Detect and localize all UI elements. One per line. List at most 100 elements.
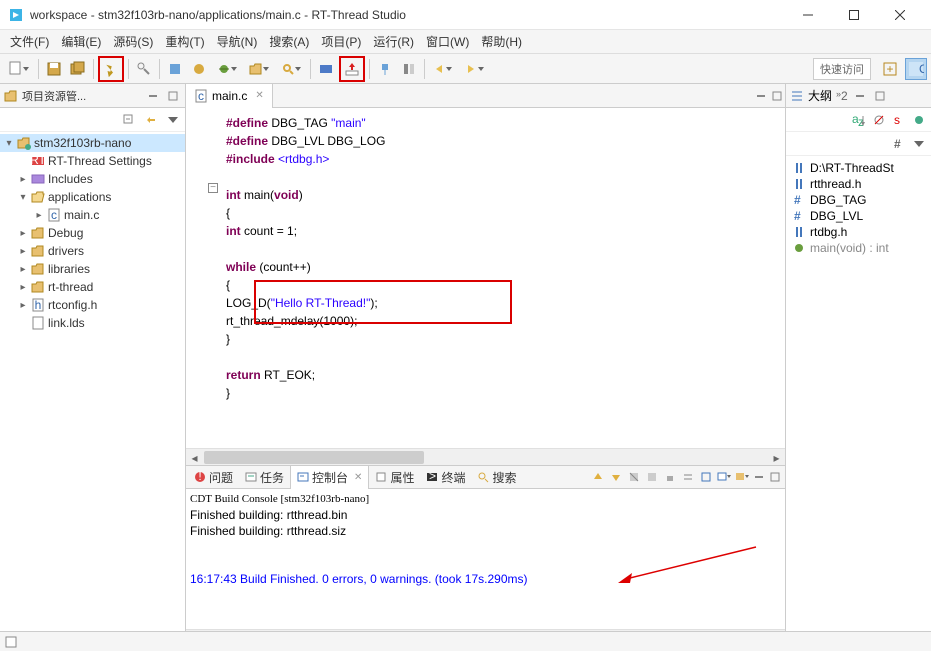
tab-console[interactable]: 控制台✕ <box>290 465 369 490</box>
outline-item[interactable]: rtthread.h <box>788 176 929 192</box>
outline-item[interactable]: rtdbg.h <box>788 224 929 240</box>
svg-text:RT: RT <box>31 154 45 167</box>
menu-search[interactable]: 搜索(A) <box>263 30 315 53</box>
maximize-button[interactable] <box>831 0 877 30</box>
properties-icon <box>375 471 387 483</box>
close-console-icon[interactable]: ✕ <box>354 472 362 483</box>
pin-button[interactable] <box>374 58 396 80</box>
collapse-all-icon[interactable] <box>121 112 137 128</box>
skip-button[interactable] <box>188 58 210 80</box>
editor-scroll-h[interactable]: ◂ ▸ <box>186 448 785 465</box>
error-icon: ! <box>194 471 206 483</box>
maximize-outline-icon[interactable] <box>872 88 888 104</box>
menu-edit[interactable]: 编辑(E) <box>55 30 107 53</box>
outline-icon <box>790 89 804 103</box>
toggle-button[interactable] <box>398 58 420 80</box>
tab-properties[interactable]: 属性 <box>369 466 420 489</box>
tree-item[interactable]: ▾stm32f103rb-nano <box>0 134 185 152</box>
menu-file[interactable]: 文件(F) <box>4 30 55 53</box>
outline-item[interactable]: #DBG_LVL <box>788 208 929 224</box>
outline-item[interactable]: D:\RT-ThreadSt <box>788 160 929 176</box>
console-open-icon[interactable] <box>733 468 751 486</box>
quick-access[interactable]: 快速访问 <box>813 58 871 80</box>
sort-icon[interactable]: az <box>851 112 867 128</box>
build-button[interactable] <box>98 56 124 82</box>
menu-help[interactable]: 帮助(H) <box>475 30 528 53</box>
svg-text:#: # <box>794 210 801 222</box>
sdk-button[interactable] <box>315 58 337 80</box>
menu-navigate[interactable]: 导航(N) <box>211 30 264 53</box>
tree-item[interactable]: ▸libraries <box>0 260 185 278</box>
menu-source[interactable]: 源码(S) <box>107 30 159 53</box>
maximize-bottom-icon[interactable] <box>767 469 783 485</box>
view-menu-icon[interactable] <box>165 112 181 128</box>
minimize-outline-icon[interactable] <box>852 88 868 104</box>
tree-item[interactable]: ▸Includes <box>0 170 185 188</box>
fold-icon[interactable]: − <box>208 183 218 193</box>
code-editor[interactable]: − #define DBG_TAG "main" #define DBG_LVL… <box>186 108 785 448</box>
tab-search[interactable]: 搜索 <box>471 466 522 489</box>
tree-item[interactable]: ▾applications <box>0 188 185 206</box>
save-all-button[interactable] <box>67 58 89 80</box>
menu-refactor[interactable]: 重构(T) <box>159 30 210 53</box>
menu-window[interactable]: 窗口(W) <box>420 30 475 53</box>
console-scroll-lock-icon[interactable] <box>661 468 679 486</box>
open-button[interactable] <box>244 58 274 80</box>
console-clear-icon[interactable] <box>625 468 643 486</box>
minimize-view-icon[interactable] <box>145 88 161 104</box>
tab-tasks[interactable]: 任务 <box>239 466 290 489</box>
tree-item[interactable]: RTRT-Thread Settings <box>0 152 185 170</box>
link-editor-icon[interactable] <box>143 112 159 128</box>
minimize-button[interactable] <box>785 0 831 30</box>
outline-item[interactable]: main(void) : int <box>788 240 929 256</box>
console-down-icon[interactable] <box>607 468 625 486</box>
forward-button[interactable] <box>461 58 491 80</box>
tool-button[interactable] <box>133 58 155 80</box>
minimize-editor-icon[interactable] <box>753 88 769 104</box>
download-button[interactable] <box>339 56 365 82</box>
close-button[interactable] <box>877 0 923 30</box>
tree-item[interactable]: link.lds <box>0 314 185 332</box>
project-tree[interactable]: ▾stm32f103rb-nanoRTRT-Thread Settings▸In… <box>0 132 185 646</box>
tree-item[interactable]: ▸rt-thread <box>0 278 185 296</box>
hash-icon[interactable]: # <box>891 136 907 152</box>
console-icon <box>297 471 309 483</box>
minimize-bottom-icon[interactable] <box>751 469 767 485</box>
console-display-icon[interactable] <box>715 468 733 486</box>
console-up-icon[interactable] <box>589 468 607 486</box>
search-button[interactable] <box>276 58 306 80</box>
scroll-left-icon[interactable]: ◂ <box>186 449 203 466</box>
back-button[interactable] <box>429 58 459 80</box>
perspective-open-button[interactable]: + <box>879 58 901 80</box>
console-wrap-icon[interactable] <box>679 468 697 486</box>
editor-tab-main[interactable]: c main.c ✕ <box>186 84 273 108</box>
tree-item[interactable]: ▸drivers <box>0 242 185 260</box>
console-output[interactable]: CDT Build Console [stm32f103rb-nano] Fin… <box>186 489 785 629</box>
console-clear2-icon[interactable] <box>643 468 661 486</box>
hide-fields-icon[interactable] <box>871 112 887 128</box>
perspective-c-button[interactable]: C <box>905 58 927 80</box>
tree-item[interactable]: ▸cmain.c <box>0 206 185 224</box>
menu-project[interactable]: 项目(P) <box>315 30 367 53</box>
outline-item[interactable]: #DBG_TAG <box>788 192 929 208</box>
new-button[interactable] <box>4 58 34 80</box>
debug-button[interactable] <box>212 58 242 80</box>
console-header: CDT Build Console [stm32f103rb-nano] <box>190 491 781 507</box>
stop-button[interactable] <box>164 58 186 80</box>
close-tab-icon[interactable]: ✕ <box>255 90 263 101</box>
maximize-editor-icon[interactable] <box>769 88 785 104</box>
save-button[interactable] <box>43 58 65 80</box>
tree-item[interactable]: ▸Debug <box>0 224 185 242</box>
menu-run[interactable]: 运行(R) <box>367 30 420 53</box>
search-icon <box>477 471 489 483</box>
tab-problems[interactable]: !问题 <box>188 466 239 489</box>
view-menu-outline-icon[interactable] <box>911 136 927 152</box>
hide-nonpublic-icon[interactable] <box>911 112 927 128</box>
maximize-view-icon[interactable] <box>165 88 181 104</box>
tree-item[interactable]: ▸hrtconfig.h <box>0 296 185 314</box>
scroll-right-icon[interactable]: ▸ <box>768 449 785 466</box>
tab-terminal[interactable]: >终端 <box>420 466 471 489</box>
hide-static-icon[interactable]: s <box>891 112 907 128</box>
console-pin-icon[interactable] <box>697 468 715 486</box>
outline-list[interactable]: D:\RT-ThreadStrtthread.h#DBG_TAG#DBG_LVL… <box>786 156 931 646</box>
